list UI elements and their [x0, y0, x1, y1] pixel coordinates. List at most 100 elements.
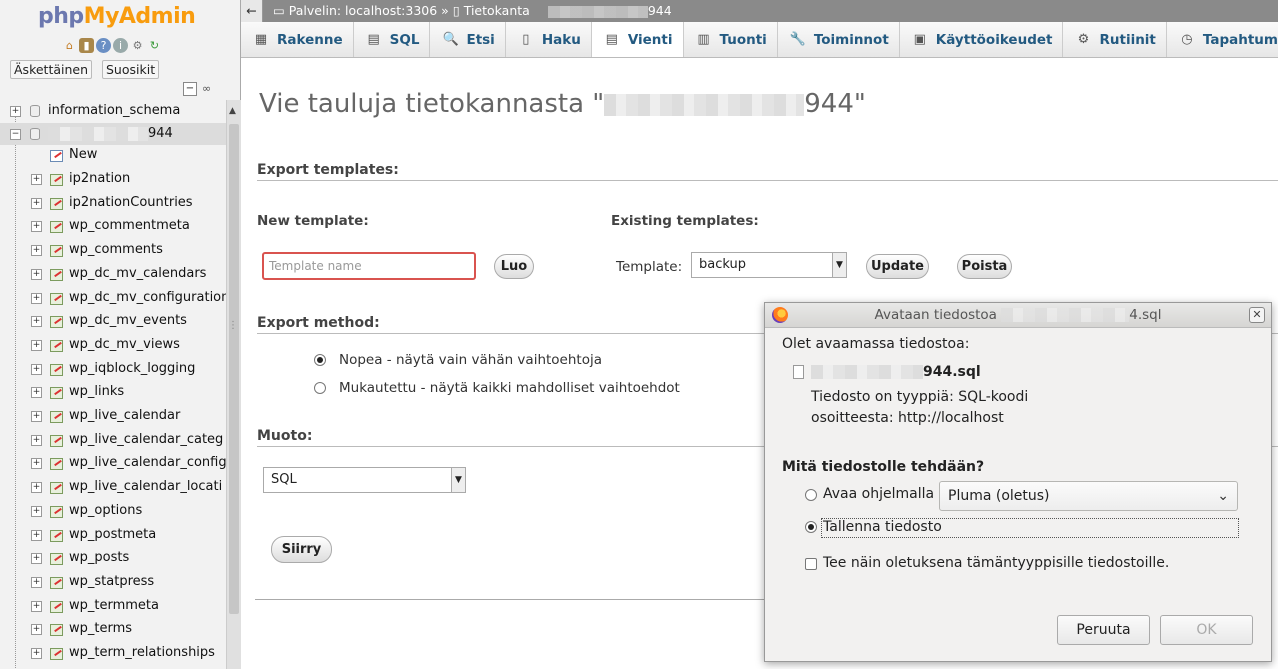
favorite-tables-button[interactable]: Suosikit: [102, 60, 160, 79]
expand-icon[interactable]: +: [31, 529, 42, 541]
db-item-information-schema[interactable]: + information_schema: [0, 100, 226, 122]
method-custom-label[interactable]: Mukautettu - näytä kaikki mahdolliset va…: [339, 380, 680, 396]
open-with-radio[interactable]: [805, 489, 817, 501]
expand-icon[interactable]: +: [31, 197, 42, 209]
update-template-button[interactable]: Update: [866, 254, 929, 279]
table-icon: [50, 576, 63, 589]
table-icon: [50, 529, 63, 542]
save-file-radio[interactable]: [805, 521, 817, 533]
home-icon[interactable]: ⌂: [62, 38, 77, 53]
remember-checkbox[interactable]: [805, 558, 817, 570]
panel-resize-handle[interactable]: ⋮: [228, 320, 238, 331]
expand-icon[interactable]: +: [31, 648, 42, 659]
chevron-down-icon: ⌄: [1217, 488, 1229, 504]
expand-icon[interactable]: +: [31, 316, 42, 328]
expand-icon[interactable]: +: [31, 268, 42, 280]
expand-icon[interactable]: +: [10, 106, 21, 117]
export-templates-heading: Export templates:: [257, 162, 1278, 181]
tab-toiminnot[interactable]: 🔧 Toiminnot: [777, 22, 900, 57]
expand-icon[interactable]: +: [31, 339, 42, 351]
expand-icon[interactable]: +: [31, 458, 42, 470]
cancel-button[interactable]: Peruuta: [1057, 615, 1150, 645]
redacted-name: [547, 5, 648, 18]
tab-vienti[interactable]: ▤ Vienti: [591, 22, 684, 57]
tree-line: [15, 110, 16, 669]
redacted-name: [48, 127, 148, 141]
expand-icon[interactable]: +: [31, 505, 42, 517]
recent-tables-button[interactable]: Äskettäinen: [10, 60, 93, 79]
file-source-text: osoitteesta: http://localhost: [811, 410, 1004, 426]
expand-icon[interactable]: +: [31, 482, 42, 494]
expand-icon[interactable]: +: [31, 600, 42, 612]
expand-icon[interactable]: +: [31, 245, 42, 257]
table-icon: [50, 268, 63, 281]
link-with-main-icon[interactable]: ∞: [202, 83, 216, 94]
reload-icon[interactable]: ↻: [147, 38, 162, 53]
template-name-input[interactable]: Template name: [262, 252, 476, 280]
tab-sql[interactable]: ▤ SQL: [353, 22, 431, 57]
expand-icon[interactable]: +: [31, 553, 42, 565]
expand-icon[interactable]: +: [31, 292, 42, 304]
expand-icon[interactable]: +: [31, 434, 42, 446]
tab-haku[interactable]: ▯ Haku: [505, 22, 592, 57]
db-item-current[interactable]: − 944: [0, 123, 226, 145]
expand-icon[interactable]: +: [31, 576, 42, 588]
remember-label[interactable]: Tee näin oletuksena tämäntyyppisille tie…: [823, 555, 1169, 571]
table-icon: [50, 245, 63, 258]
file-name: 944.sql: [811, 364, 981, 380]
dialog-titlebar[interactable]: Avataan tiedostoa 4.sql ✕: [765, 303, 1271, 328]
sql-icon: ▤: [367, 32, 380, 47]
logout-icon[interactable]: ▮: [79, 38, 94, 53]
tab-käyttöoikeudet[interactable]: ▣ Käyttöoikeudet: [899, 22, 1064, 57]
go-button[interactable]: Siirry: [271, 536, 332, 563]
scroll-up-icon[interactable]: ▲: [229, 106, 236, 116]
server-icon: ▭: [273, 3, 285, 18]
close-icon[interactable]: ✕: [1249, 307, 1265, 323]
application-select[interactable]: Pluma (oletus) ⌄: [939, 481, 1238, 511]
breadcrumb-database[interactable]: Tietokanta: [464, 3, 530, 18]
settings-icon[interactable]: ⚙: [130, 38, 145, 53]
expand-icon[interactable]: +: [31, 387, 42, 399]
scroll-thumb[interactable]: [229, 124, 239, 614]
back-arrow-icon[interactable]: ←: [241, 0, 263, 22]
template-select[interactable]: backup ▼: [691, 252, 847, 278]
format-select[interactable]: SQL ▼: [263, 467, 466, 493]
expand-icon[interactable]: +: [31, 363, 42, 375]
method-quick-label[interactable]: Nopea - näytä vain vähän vaihtoehtoja: [339, 352, 602, 368]
tab-tuonti[interactable]: ▥ Tuonti: [683, 22, 778, 57]
expand-icon[interactable]: +: [31, 624, 42, 636]
wrench-icon: 🔧: [789, 32, 806, 47]
tab-rakenne[interactable]: ▦ Rakenne: [241, 22, 354, 57]
save-file-label[interactable]: Tallenna tiedosto: [823, 519, 942, 535]
tab-rutiinit[interactable]: ⚙ Rutiinit: [1063, 22, 1167, 57]
table-icon: [50, 648, 63, 660]
download-dialog: Avataan tiedostoa 4.sql ✕ Olet avaamassa…: [764, 302, 1272, 662]
expand-icon[interactable]: +: [31, 221, 42, 233]
expand-icon[interactable]: +: [31, 411, 42, 422]
method-custom-radio[interactable]: [314, 382, 326, 394]
table-icon: [50, 197, 63, 210]
tab-etsi[interactable]: 🔍 Etsi: [430, 22, 506, 57]
routines-icon: ⚙: [1077, 32, 1090, 47]
docs-icon[interactable]: i: [113, 38, 128, 53]
table-icon: [50, 363, 63, 376]
help-icon[interactable]: ?: [96, 38, 111, 53]
collapse-all-icon[interactable]: −: [183, 82, 197, 96]
nav-scrollbar[interactable]: ▲: [226, 100, 241, 669]
delete-template-button[interactable]: Poista: [957, 254, 1012, 279]
table-icon: [50, 505, 63, 518]
expand-icon[interactable]: +: [31, 174, 42, 185]
tab-tapahtum[interactable]: ◷ Tapahtum: [1166, 22, 1278, 57]
collapse-icon[interactable]: −: [10, 129, 21, 140]
table-icon: [50, 600, 63, 613]
ok-button[interactable]: OK: [1160, 615, 1253, 645]
create-template-button[interactable]: Luo: [494, 254, 534, 279]
new-template-heading: New template:: [257, 213, 369, 229]
breadcrumb-server[interactable]: Palvelin: localhost:3306: [289, 3, 437, 18]
search-icon: 🔍: [442, 32, 459, 47]
method-quick-radio[interactable]: [314, 354, 326, 366]
open-with-label[interactable]: Avaa ohjelmalla: [823, 486, 934, 502]
database-icon: [30, 105, 40, 117]
table-icon: [50, 316, 63, 329]
phpmyadmin-logo[interactable]: phpMyAdmin: [38, 4, 196, 29]
